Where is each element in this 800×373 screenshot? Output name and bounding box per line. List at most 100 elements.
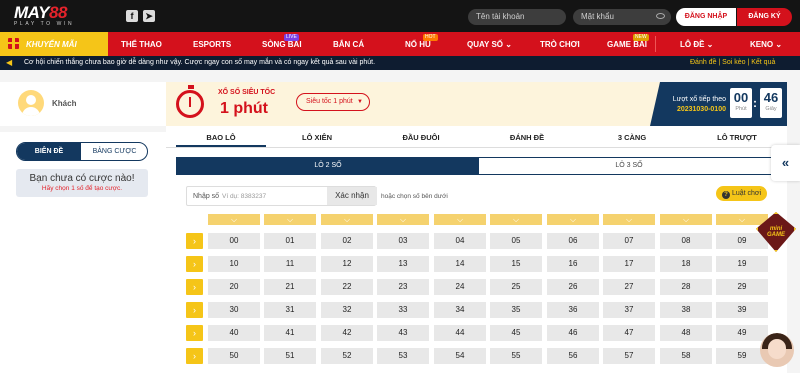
number-cell[interactable]: 26 [547,279,599,295]
register-button[interactable]: ĐĂNG KÝ [737,8,792,26]
nav-fishing[interactable]: BẮN CÁ [333,40,364,49]
tab-bet-table[interactable]: BẢNG CƯỢC [81,143,147,160]
row-select-icon[interactable]: › [186,325,203,341]
tab-dau-duoi[interactable]: ĐẦU ĐUÔI [391,133,451,142]
tab-bet-slip[interactable]: BIÊN ĐỀ [17,143,81,160]
nav-slots[interactable]: NỔ HŨ [405,40,431,49]
announcement-links[interactable]: Đánh đề | Soi kèo | Kết quả [690,59,775,66]
nav-lottery[interactable]: QUAY SỐ ⌄ [467,40,512,49]
number-cell[interactable]: 47 [603,325,655,341]
number-cell[interactable]: 30 [208,302,260,318]
column-select-icon[interactable]: ⌵ [208,214,260,225]
column-select-icon[interactable]: ⌵ [490,214,542,225]
column-select-icon[interactable]: ⌵ [434,214,486,225]
tab-lo-truot[interactable]: LÔ TRƯỢT [707,133,767,142]
number-cell[interactable]: 45 [490,325,542,341]
number-cell[interactable]: 02 [321,233,373,249]
tab-3-cang[interactable]: 3 CÀNG [602,133,662,142]
number-cell[interactable]: 22 [321,279,373,295]
number-cell[interactable]: 37 [603,302,655,318]
tab-lo-3-so[interactable]: LÔ 3 SỐ [479,158,779,174]
nav-sports[interactable]: THỂ THAO [121,40,162,49]
number-cell[interactable]: 41 [264,325,316,341]
tab-danh-de[interactable]: ĐÁNH ĐỀ [497,133,557,142]
number-cell[interactable]: 42 [321,325,373,341]
number-cell[interactable]: 01 [264,233,316,249]
number-cell[interactable]: 29 [716,279,768,295]
number-cell[interactable]: 36 [547,302,599,318]
tab-bao-lo[interactable]: BAO LÔ [191,133,251,142]
nav-promotions[interactable]: KHUYẾN MÃI [0,32,108,56]
column-select-icon[interactable]: ⌵ [603,214,655,225]
number-cell[interactable]: 12 [321,256,373,272]
number-cell[interactable]: 49 [716,325,768,341]
number-cell[interactable]: 24 [434,279,486,295]
number-cell[interactable]: 15 [490,256,542,272]
number-cell[interactable]: 13 [377,256,429,272]
number-cell[interactable]: 34 [434,302,486,318]
nav-games[interactable]: TRÒ CHƠI [540,40,580,49]
column-select-icon[interactable]: ⌵ [321,214,373,225]
number-cell[interactable]: 03 [377,233,429,249]
number-cell[interactable]: 53 [377,348,429,364]
nav-casino[interactable]: SÒNG BÀI [262,40,302,49]
number-cell[interactable]: 11 [264,256,316,272]
number-cell[interactable]: 55 [490,348,542,364]
number-cell[interactable]: 20 [208,279,260,295]
minigame-button[interactable]: mini GAME [752,212,800,256]
number-cell[interactable]: 35 [490,302,542,318]
number-cell[interactable]: 40 [208,325,260,341]
speed-select[interactable]: Siêu tốc 1 phút ▼ [296,93,370,111]
row-select-icon[interactable]: › [186,279,203,295]
row-select-icon[interactable]: › [186,233,203,249]
number-cell[interactable]: 05 [490,233,542,249]
number-cell[interactable]: 07 [603,233,655,249]
may88-logo[interactable]: MAY88 PLAY TO WIN [14,4,94,27]
number-cell[interactable]: 04 [434,233,486,249]
number-cell[interactable]: 21 [264,279,316,295]
number-cell[interactable]: 56 [547,348,599,364]
number-cell[interactable]: 58 [660,348,712,364]
number-cell[interactable]: 54 [434,348,486,364]
number-cell[interactable]: 57 [603,348,655,364]
number-cell[interactable]: 39 [716,302,768,318]
number-cell[interactable]: 14 [434,256,486,272]
login-button[interactable]: ĐĂNG NHẬP [676,8,736,26]
number-cell[interactable]: 06 [547,233,599,249]
number-cell[interactable]: 27 [603,279,655,295]
number-cell[interactable]: 44 [434,325,486,341]
number-cell[interactable]: 25 [490,279,542,295]
number-cell[interactable]: 43 [377,325,429,341]
number-input[interactable] [222,190,322,203]
number-cell[interactable]: 00 [208,233,260,249]
number-cell[interactable]: 52 [321,348,373,364]
nav-esports[interactable]: ESPORTS [193,40,231,49]
number-cell[interactable]: 16 [547,256,599,272]
number-cell[interactable]: 48 [660,325,712,341]
number-cell[interactable]: 23 [377,279,429,295]
facebook-icon[interactable]: f [126,10,138,22]
column-select-icon[interactable]: ⌵ [264,214,316,225]
row-select-icon[interactable]: › [186,256,203,272]
nav-keno[interactable]: KENO ⌄ [750,40,782,49]
eye-icon[interactable] [656,13,665,19]
number-cell[interactable]: 17 [603,256,655,272]
row-select-icon[interactable]: › [186,348,203,364]
confirm-button[interactable]: Xác nhận [327,187,377,205]
username-input[interactable] [468,9,566,25]
tab-lo-2-so[interactable]: LÔ 2 SỐ [177,158,479,174]
row-select-icon[interactable]: › [186,302,203,318]
number-cell[interactable]: 10 [208,256,260,272]
rules-button[interactable]: ? Luật chơi [716,186,767,201]
tab-lo-xien[interactable]: LÔ XIÊN [287,133,347,142]
number-cell[interactable]: 08 [660,233,712,249]
column-select-icon[interactable]: ⌵ [377,214,429,225]
number-cell[interactable]: 28 [660,279,712,295]
number-cell[interactable]: 32 [321,302,373,318]
column-select-icon[interactable]: ⌵ [547,214,599,225]
expand-panel-button[interactable]: « [771,145,800,181]
number-cell[interactable]: 50 [208,348,260,364]
number-cell[interactable]: 33 [377,302,429,318]
nav-card-games[interactable]: GAME BÀI [607,40,647,49]
number-cell[interactable]: 19 [716,256,768,272]
